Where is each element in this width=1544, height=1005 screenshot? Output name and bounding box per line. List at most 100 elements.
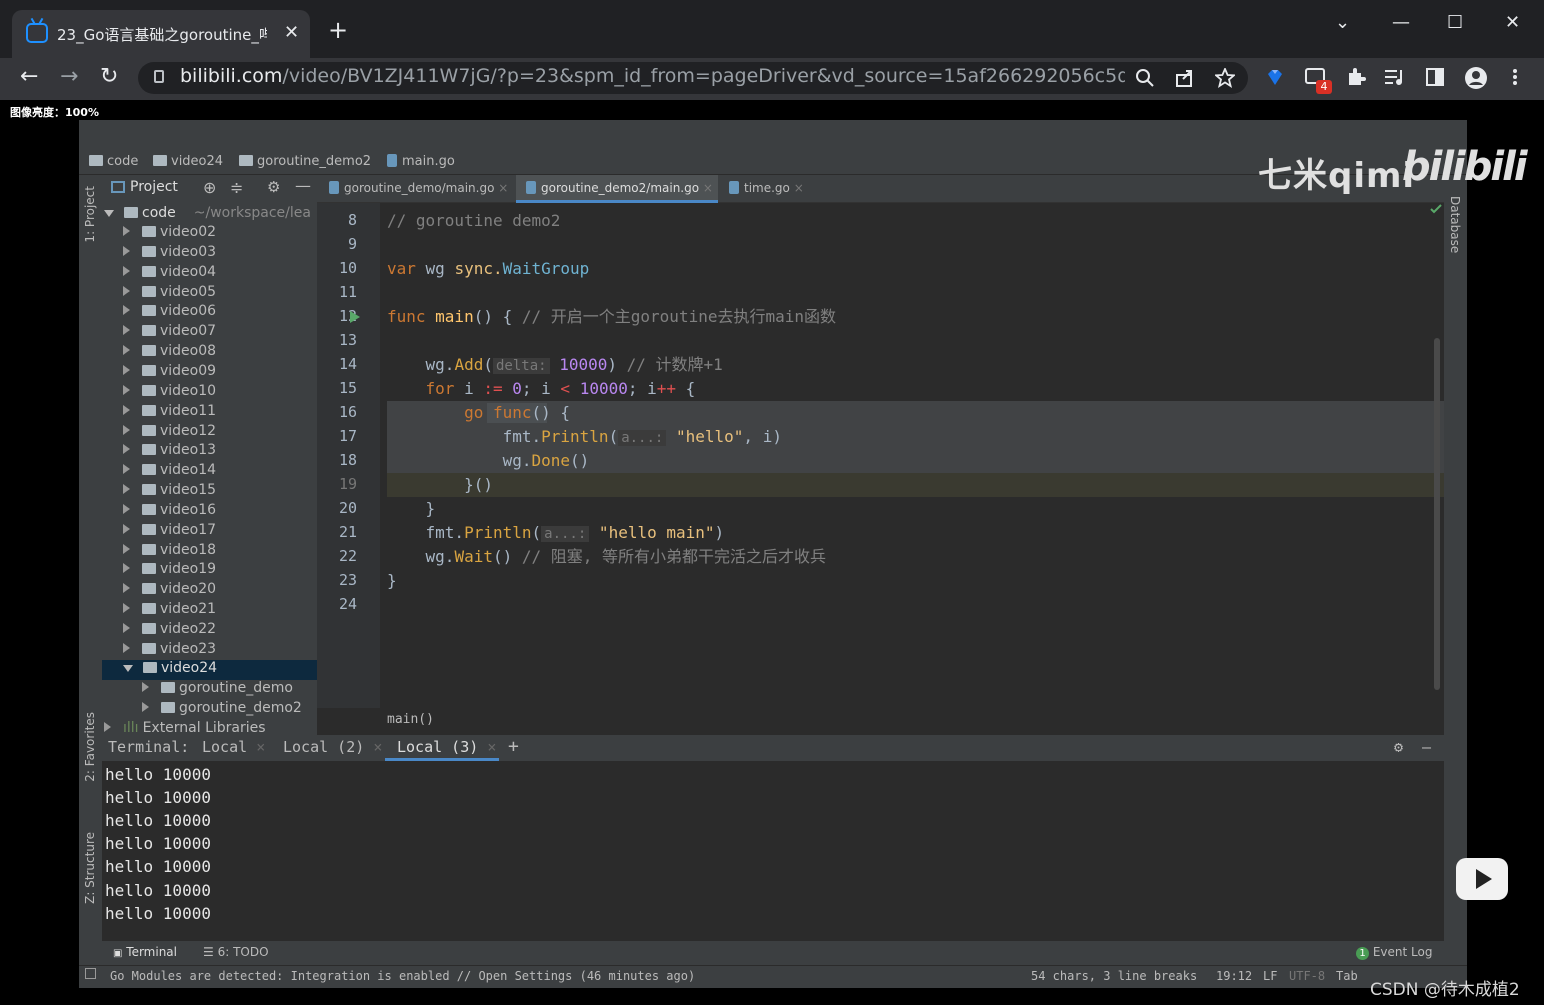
settings-gear-icon[interactable]: ⚙	[267, 178, 280, 196]
zoom-icon[interactable]	[1136, 69, 1154, 87]
terminal-settings-gear-icon[interactable]: ⚙	[1394, 738, 1403, 756]
terminal-tool-button[interactable]: ▣ Terminal	[113, 945, 177, 959]
tree-item-video08[interactable]: video08	[123, 343, 216, 363]
terminal-hide-icon[interactable]: —	[1422, 738, 1431, 756]
sidepanel-icon[interactable]	[1426, 68, 1444, 86]
tree-item-video05[interactable]: video05	[123, 284, 216, 304]
status-message[interactable]: Go Modules are detected: Integration is …	[110, 969, 695, 983]
tree-item-video16[interactable]: video16	[123, 502, 216, 522]
toggle-tool-windows-icon[interactable]	[85, 968, 96, 979]
project-panel-title[interactable]: Project	[130, 179, 178, 195]
maximize-button[interactable]: ☐	[1447, 12, 1463, 33]
folder-icon	[142, 404, 156, 416]
structure-tool-button[interactable]: Z: Structure	[83, 832, 97, 904]
breadcrumb-code[interactable]: code	[89, 154, 138, 169]
back-button[interactable]: ←	[20, 64, 38, 89]
star-icon[interactable]	[1215, 68, 1235, 88]
editor-tab-goroutine-demo2-main[interactable]: goroutine_demo2/main.go ×	[526, 181, 713, 195]
editor-breadcrumb[interactable]: main()	[387, 712, 434, 727]
tree-item-video23[interactable]: video23	[123, 641, 216, 661]
collapse-arrow-icon	[123, 245, 130, 256]
lock-icon[interactable]	[154, 70, 164, 83]
collapse-icon[interactable]: ≑	[230, 178, 243, 197]
tree-item-video11[interactable]: video11	[123, 403, 216, 423]
hide-panel-icon[interactable]: —	[295, 176, 311, 195]
new-tab-button[interactable]: +	[328, 18, 348, 42]
collapse-arrow-icon	[123, 305, 130, 316]
terminal-tab-local[interactable]: Local ×	[202, 738, 265, 756]
tree-item-video24[interactable]: video24	[123, 660, 217, 680]
tree-item-external-libraries[interactable]: ıllı External Libraries	[104, 720, 266, 735]
forward-button[interactable]: →	[60, 64, 78, 89]
terminal-label: Terminal:	[108, 738, 190, 756]
tree-item-video17[interactable]: video17	[123, 522, 216, 542]
tree-item-video21[interactable]: video21	[123, 601, 216, 621]
tab-search-button[interactable]: ⌄	[1335, 12, 1350, 33]
tree-item-video19[interactable]: video19	[123, 561, 216, 581]
minimize-button[interactable]: —	[1392, 12, 1410, 33]
tree-item-video18[interactable]: video18	[123, 542, 216, 562]
tree-item-video10[interactable]: video10	[123, 383, 216, 403]
tree-item-goroutine-demo[interactable]: goroutine_demo	[142, 680, 293, 700]
playlist-icon[interactable]	[1385, 69, 1405, 85]
tree-item-video15[interactable]: video15	[123, 482, 216, 502]
tree-item-video06[interactable]: video06	[123, 303, 216, 323]
locate-icon[interactable]: ⊕	[203, 178, 216, 197]
menu-icon[interactable]	[1512, 68, 1518, 86]
share-icon[interactable]	[1176, 69, 1194, 87]
tree-root[interactable]: code ~/workspace/lea	[104, 205, 311, 225]
tab-close-button[interactable]: ✕	[284, 22, 299, 43]
browser-tab[interactable]: 23_Go语言基础之goroutine_哔哩 ✕	[12, 10, 310, 58]
gem-extension-icon[interactable]	[1265, 68, 1285, 88]
terminal-tab-local-2[interactable]: Local (2) ×	[283, 738, 382, 756]
run-icon[interactable]	[350, 311, 360, 323]
current-line-highlight	[387, 473, 1444, 497]
tree-item-goroutine-demo2[interactable]: goroutine_demo2	[142, 700, 302, 720]
address-bar[interactable]: bilibili.com/video/BV1ZJ411W7jG/?p=23&sp…	[138, 62, 1248, 94]
reload-button[interactable]: ↻	[100, 64, 118, 89]
collapse-arrow-icon	[123, 484, 130, 495]
favorites-tool-button[interactable]: 2: Favorites	[83, 712, 97, 782]
new-terminal-button[interactable]: +	[508, 736, 519, 757]
event-log-button[interactable]: 1 Event Log	[1356, 945, 1432, 960]
line-number: 11	[338, 283, 357, 301]
line-number: 22	[338, 547, 357, 565]
tree-item-video20[interactable]: video20	[123, 581, 216, 601]
tree-item-video02[interactable]: video02	[123, 224, 216, 244]
libraries-icon: ıllı	[123, 720, 139, 735]
code-line-14: wg.Add(delta: 10000) // 计数牌+1	[387, 355, 723, 374]
project-tool-button[interactable]: 1: Project	[83, 186, 97, 243]
editor-scrollbar[interactable]	[1434, 338, 1440, 690]
terminal-output[interactable]	[102, 761, 1444, 941]
profile-icon[interactable]	[1464, 66, 1488, 90]
editor-tab-goroutine-demo-main[interactable]: goroutine_demo/main.go ×	[329, 181, 508, 195]
database-tool-button[interactable]: Database	[1448, 196, 1462, 253]
editor-tab-time-go[interactable]: time.go ×	[729, 181, 804, 195]
status-line-separator[interactable]: LF	[1263, 969, 1277, 983]
collapse-arrow-icon	[123, 563, 130, 574]
tree-item-video22[interactable]: video22	[123, 621, 216, 641]
status-indent[interactable]: Tab	[1336, 969, 1358, 983]
breadcrumb-main-go[interactable]: main.go	[387, 154, 455, 169]
status-position[interactable]: 19:12	[1216, 969, 1252, 983]
folder-icon	[142, 523, 156, 535]
tree-item-video07[interactable]: video07	[123, 323, 216, 343]
todo-tool-button[interactable]: ☰ 6: TODO	[203, 945, 269, 959]
tree-item-video13[interactable]: video13	[123, 442, 216, 462]
tree-item-video12[interactable]: video12	[123, 423, 216, 443]
tree-item-video09[interactable]: video09	[123, 363, 216, 383]
close-window-button[interactable]: ✕	[1505, 12, 1520, 33]
tree-item-video04[interactable]: video04	[123, 264, 216, 284]
bilibili-play-icon[interactable]	[1456, 858, 1508, 900]
breadcrumb-video24[interactable]: video24	[153, 154, 223, 169]
tree-item-video03[interactable]: video03	[123, 244, 216, 264]
breadcrumb-goroutine-demo2[interactable]: goroutine_demo2	[239, 154, 371, 169]
go-file-icon	[526, 181, 536, 194]
tree-item-video14[interactable]: video14	[123, 462, 216, 482]
status-encoding[interactable]: UTF-8	[1289, 969, 1325, 983]
line-number: 13	[338, 331, 357, 349]
folder-icon	[142, 285, 156, 297]
terminal-output-line: hello 10000	[105, 765, 211, 784]
folder-icon	[142, 464, 156, 476]
puzzle-icon[interactable]	[1346, 67, 1366, 87]
